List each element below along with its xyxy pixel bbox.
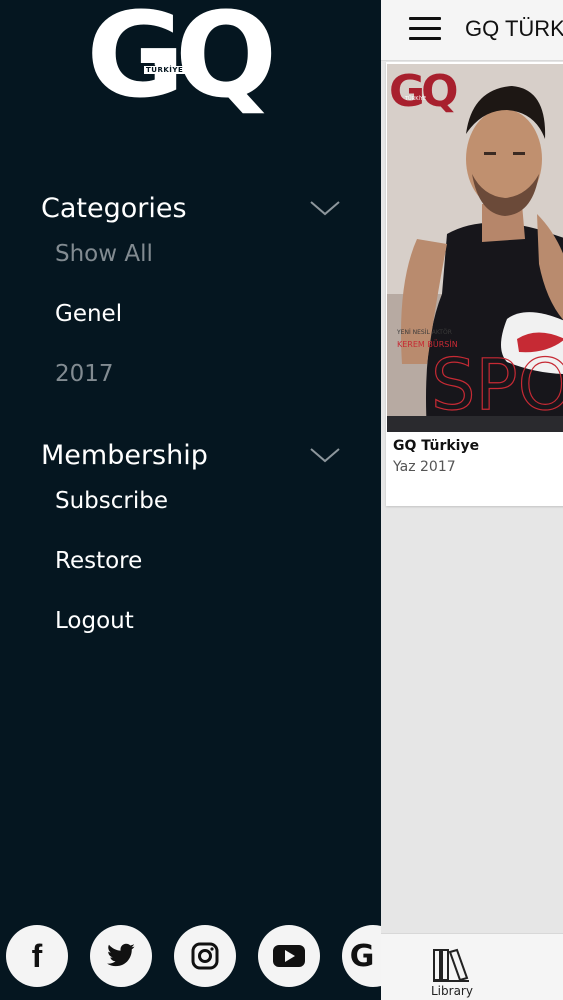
- magazine-issue: Yaz 2017: [393, 459, 456, 475]
- navigation-drawer: GQ TÜRKİYE Categories Show All Genel 201…: [0, 0, 381, 1000]
- membership-item-restore[interactable]: Restore: [55, 548, 142, 574]
- chevron-down-icon: [310, 448, 340, 463]
- svg-text:GQ: GQ: [389, 66, 457, 117]
- membership-header[interactable]: Membership: [41, 437, 341, 473]
- instagram-icon: [191, 942, 219, 970]
- youtube-icon: [273, 945, 305, 967]
- library-icon[interactable]: [431, 944, 471, 984]
- svg-text:YENİ NESİL AKTÖR: YENİ NESİL AKTÖR: [396, 329, 452, 336]
- top-app-bar: GQ TÜRKİYE: [381, 0, 563, 61]
- facebook-button[interactable]: f: [6, 925, 68, 987]
- svg-text:KEREM BÜRSİN: KEREM BÜRSİN: [397, 339, 458, 349]
- twitter-icon: [107, 943, 135, 967]
- instagram-button[interactable]: [174, 925, 236, 987]
- category-item-2017[interactable]: 2017: [55, 361, 114, 387]
- main-content: GQ TÜRKİYE: [381, 0, 563, 1000]
- categories-header[interactable]: Categories: [41, 190, 341, 226]
- magazine-title: GQ Türkiye: [393, 438, 480, 454]
- bottom-nav: Library: [381, 933, 563, 1000]
- youtube-button[interactable]: [258, 925, 320, 987]
- category-item-show-all[interactable]: Show All: [55, 241, 153, 267]
- facebook-icon: f: [31, 937, 43, 974]
- category-item-genel[interactable]: Genel: [55, 301, 122, 327]
- social-links: f G: [0, 925, 381, 989]
- twitter-button[interactable]: [90, 925, 152, 987]
- categories-title: Categories: [41, 192, 187, 224]
- google-button[interactable]: G: [342, 925, 381, 987]
- membership-title: Membership: [41, 439, 208, 471]
- gq-logo: GQ TÜRKİYE: [86, 0, 296, 118]
- app-root: GQ TÜRKİYE: [0, 0, 563, 1000]
- svg-text:SPO: SPO: [431, 344, 563, 426]
- menu-icon[interactable]: [409, 17, 441, 41]
- google-icon: G: [349, 938, 375, 974]
- magazine-cover-image: GQ TÜRKİYE SPO YENİ NESİL AKTÖR KEREM BÜ…: [387, 64, 563, 432]
- logo-text: GQ: [86, 0, 277, 124]
- svg-text:TÜRKİYE: TÜRKİYE: [404, 95, 426, 102]
- library-tab-label[interactable]: Library: [431, 984, 473, 998]
- membership-item-logout[interactable]: Logout: [55, 608, 134, 634]
- app-title: GQ TÜRKİYE: [465, 16, 563, 41]
- magazine-card[interactable]: GQ TÜRKİYE SPO YENİ NESİL AKTÖR KEREM BÜ…: [386, 62, 563, 506]
- membership-item-subscribe[interactable]: Subscribe: [55, 488, 168, 514]
- chevron-down-icon: [310, 201, 340, 216]
- logo-subtext: TÜRKİYE: [144, 66, 186, 74]
